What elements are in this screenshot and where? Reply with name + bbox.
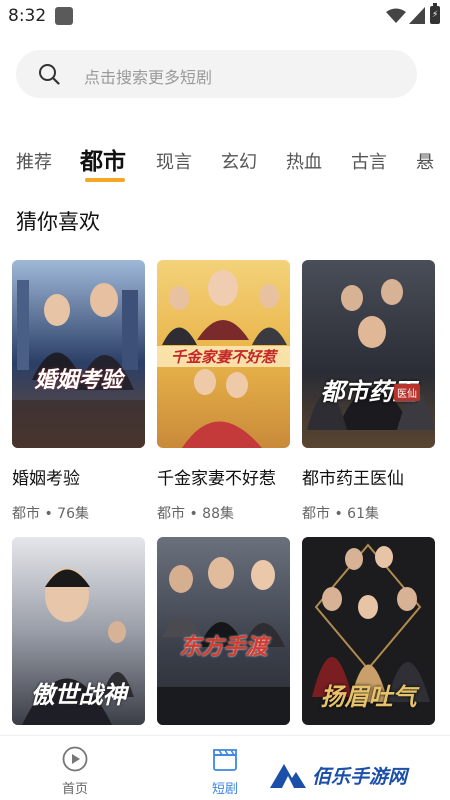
search-placeholder: 点击搜索更多短剧 (84, 68, 213, 87)
drama-meta: 都市 • 76集 (12, 506, 89, 522)
tab-modern-romance[interactable]: 现言 (156, 148, 192, 174)
section-title: 猜你喜欢 (16, 210, 100, 234)
drama-card[interactable]: 傲世战神 (12, 537, 145, 725)
drama-title: 千金家妻不好惹 (157, 469, 276, 489)
drama-card[interactable]: 扬眉吐气 (302, 537, 435, 725)
drama-poster: 都市药王 医仙 (302, 260, 435, 448)
clapperboard-icon (213, 749, 237, 771)
battery-icon: ⚡ (430, 3, 440, 24)
drama-title: 都市药王医仙 (302, 469, 404, 489)
tab-action[interactable]: 热血 (286, 148, 322, 174)
drama-poster: 傲世战神 (12, 537, 145, 725)
watermark-text: 佰乐手游网 (312, 766, 408, 788)
poster-title-art: 婚姻考验 (34, 367, 123, 393)
battery-charging-glyph: ⚡ (432, 10, 439, 20)
drama-card[interactable]: 千金家妻不好惹 千金家妻不好惹 都市 • 88集 (157, 260, 290, 523)
site-watermark-logo: 佰乐手游网 (268, 760, 438, 792)
watermark-mountain-icon (270, 764, 306, 788)
signal-icon (409, 7, 425, 24)
active-tab-indicator (85, 178, 125, 182)
drama-title: 婚姻考验 (12, 469, 80, 489)
search-bar[interactable]: 点击搜索更多短剧 (16, 50, 417, 98)
drama-card[interactable]: 都市药王 医仙 都市药王医仙 都市 • 61集 (302, 260, 435, 523)
tab-recommend[interactable]: 推荐 (16, 148, 52, 174)
poster-badge: 医仙 (394, 384, 420, 401)
tab-historical[interactable]: 古言 (351, 148, 387, 174)
app-notification-icon (55, 7, 73, 25)
status-time: 8:32 (8, 6, 47, 26)
nav-short-drama[interactable]: 短剧 (190, 746, 260, 797)
wifi-icon (386, 8, 406, 23)
drama-meta: 都市 • 61集 (302, 506, 379, 522)
drama-poster: 千金家妻不好惹 (157, 260, 290, 448)
drama-poster: 扬眉吐气 (302, 537, 435, 725)
drama-poster: 东方手渡 (157, 537, 290, 725)
category-tabs: 推荐 都市 现言 玄幻 热血 古言 悬 (0, 140, 450, 190)
drama-card[interactable]: 婚姻考验 婚姻考验 都市 • 76集 (12, 260, 145, 523)
play-circle-icon (62, 746, 88, 772)
tab-urban[interactable]: 都市 (80, 142, 126, 176)
poster-title-art: 东方手渡 (179, 634, 268, 660)
nav-home-label: 首页 (61, 782, 88, 797)
drama-meta: 都市 • 88集 (157, 506, 234, 522)
nav-short-drama-label: 短剧 (211, 782, 238, 797)
status-bar: 8:32 ⚡ (0, 0, 450, 32)
drama-poster: 婚姻考验 (12, 260, 145, 448)
drama-card[interactable]: 东方手渡 (157, 537, 290, 725)
search-icon (39, 64, 60, 85)
tab-suspense[interactable]: 悬 (416, 148, 434, 174)
poster-title-art: 傲世战神 (30, 680, 127, 709)
poster-title-art: 千金家妻不好惹 (157, 346, 290, 367)
tab-fantasy[interactable]: 玄幻 (221, 148, 257, 174)
nav-home[interactable]: 首页 (40, 746, 110, 797)
poster-title-art: 扬眉吐气 (320, 682, 417, 711)
